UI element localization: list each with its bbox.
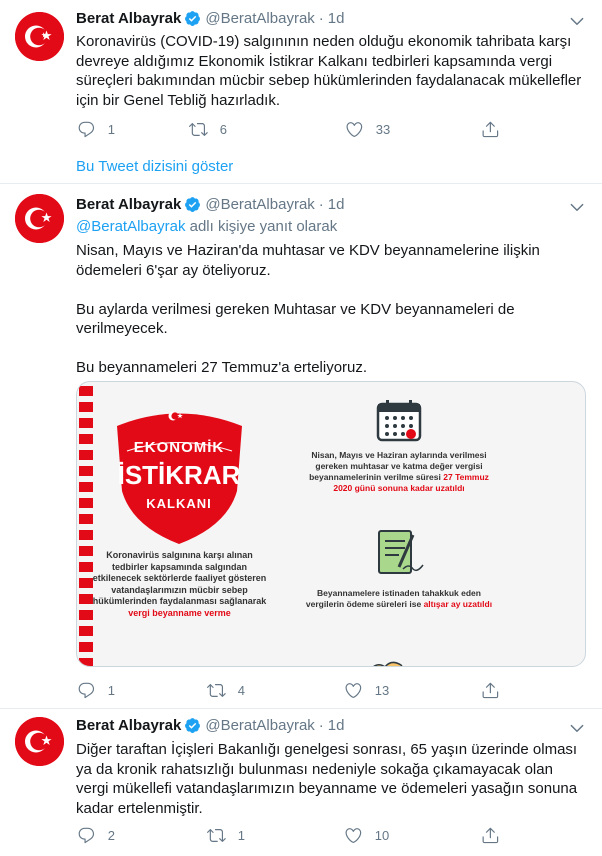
reply-icon [78, 682, 95, 698]
share-icon [482, 827, 499, 843]
tweet-paragraph: Nisan, Mayıs ve Haziran'da muhtasar ve K… [76, 242, 540, 279]
heart-icon [345, 682, 362, 698]
display-name[interactable]: Berat Albayrak [76, 10, 181, 27]
reply-count: 2 [107, 827, 115, 843]
handle[interactable]: @BeratAlbayrak [205, 10, 314, 27]
media-left-text: Koronavirüs salgınına karşı alınan tedbi… [92, 550, 267, 606]
tweet-header: Berat Albayrak @BeratAlbayrak · 1d [76, 196, 344, 213]
tweet-actions: 2 1 10 [68, 823, 508, 847]
calendar-icon [374, 396, 424, 446]
reply-count: 1 [107, 682, 115, 698]
reply-icon [78, 121, 95, 137]
tweet-3[interactable]: Berat Albayrak @BeratAlbayrak · 1d Diğer… [0, 709, 602, 856]
avatar[interactable] [15, 194, 64, 243]
media-right-caption-1: Nisan, Mayıs ve Haziran aylarında verilm… [299, 450, 499, 494]
retweet-icon [207, 828, 226, 842]
reply-count: 1 [107, 121, 115, 137]
tweet-paragraph: Bu aylarda verilmesi gereken Muhtasar ve… [76, 300, 515, 338]
tweet-actions: 1 6 33 [68, 117, 508, 141]
media-left-caption: Koronavirüs salgınına karşı alınan tedbi… [92, 550, 267, 619]
handle[interactable]: @BeratAlbayrak [205, 196, 314, 213]
tweet-text: Nisan, Mayıs ve Haziran'da muhtasar ve K… [76, 241, 588, 378]
like-button[interactable]: 13 [344, 678, 389, 702]
retweet-button[interactable]: 4 [207, 678, 245, 702]
like-count: 33 [375, 121, 391, 137]
hand-icon [367, 658, 407, 666]
turkish-flag-icon [15, 717, 64, 766]
turkish-flag-icon [15, 12, 64, 61]
reply-icon [78, 827, 95, 843]
heart-icon [345, 827, 362, 843]
tweet-paragraph: Bu beyannameleri 27 Temmuz'a erteliyoruz… [76, 359, 368, 376]
media-right2-highlight: altışar ay uzatıldı [423, 599, 493, 609]
replying-to: @BeratAlbayrak adlı kişiye yanıt olarak [76, 218, 337, 235]
share-button[interactable] [481, 678, 500, 702]
more-options-caret-icon[interactable] [568, 719, 586, 737]
like-button[interactable]: 10 [344, 823, 389, 847]
replying-to-label: adlı kişiye yanıt olarak [185, 218, 338, 235]
timestamp[interactable]: 1d [328, 717, 345, 734]
handle[interactable]: @BeratAlbayrak [205, 717, 314, 734]
reply-button[interactable]: 1 [77, 678, 115, 702]
retweet-icon [207, 683, 226, 697]
like-button[interactable]: 33 [345, 117, 390, 141]
retweet-button[interactable]: 1 [207, 823, 245, 847]
retweet-count: 4 [237, 682, 245, 698]
verified-badge-icon [184, 196, 201, 213]
timestamp[interactable]: 1d [328, 196, 345, 213]
reply-button[interactable]: 1 [77, 117, 115, 141]
reply-button[interactable]: 2 [77, 823, 115, 847]
tweet-1[interactable]: Berat Albayrak @BeratAlbayrak · 1d Koron… [0, 0, 602, 150]
heart-icon [346, 121, 363, 137]
logo-main-text: İSTİKRAR [118, 460, 241, 490]
tweet-actions: 1 4 13 [68, 678, 508, 702]
media-right-caption-2: Beyannamelere istinaden tahakkuk eden ve… [299, 588, 499, 610]
avatar[interactable] [15, 12, 64, 61]
retweet-icon [189, 122, 208, 136]
display-name[interactable]: Berat Albayrak [76, 196, 181, 213]
tweet-media-image[interactable]: EKONOMİK İSTİKRAR KALKANI Koronavirüs sa… [76, 381, 586, 667]
retweet-count: 6 [219, 121, 227, 137]
share-button[interactable] [481, 823, 500, 847]
avatar[interactable] [15, 717, 64, 766]
document-sign-icon [369, 527, 429, 577]
tweet-header: Berat Albayrak @BeratAlbayrak · 1d [76, 10, 344, 27]
tweet-text: Diğer taraftan İçişleri Bakanlığı genelg… [76, 741, 578, 817]
decorative-red-bar [79, 386, 93, 666]
media-left-highlight: vergi beyanname verme [128, 607, 231, 618]
retweet-count: 1 [237, 827, 245, 843]
separator-dot: · [318, 196, 324, 213]
verified-badge-icon [184, 10, 201, 27]
like-count: 13 [374, 682, 390, 698]
more-options-caret-icon[interactable] [568, 12, 586, 30]
reply-mention-link[interactable]: @BeratAlbayrak [76, 218, 185, 235]
share-icon [482, 682, 499, 698]
logo-top-text: EKONOMİK [134, 439, 225, 456]
tweet-text: Koronavirüs (COVID-19) salgınının neden … [76, 33, 582, 109]
separator-dot: · [318, 10, 324, 27]
ekonomik-istikrar-kalkani-logo: EKONOMİK İSTİKRAR KALKANI [107, 396, 252, 546]
more-options-caret-icon[interactable] [568, 198, 586, 216]
like-count: 10 [374, 827, 390, 843]
logo-bottom-text: KALKANI [146, 496, 212, 511]
display-name[interactable]: Berat Albayrak [76, 717, 181, 734]
share-icon [482, 121, 499, 137]
share-button[interactable] [481, 117, 500, 141]
show-thread-link[interactable]: Bu Tweet dizisini göster [76, 158, 233, 175]
retweet-button[interactable]: 6 [189, 117, 227, 141]
turkish-flag-icon [15, 194, 64, 243]
separator-dot: · [318, 717, 324, 734]
verified-badge-icon [184, 717, 201, 734]
tweet-header: Berat Albayrak @BeratAlbayrak · 1d [76, 717, 344, 734]
timestamp[interactable]: 1d [328, 10, 345, 27]
